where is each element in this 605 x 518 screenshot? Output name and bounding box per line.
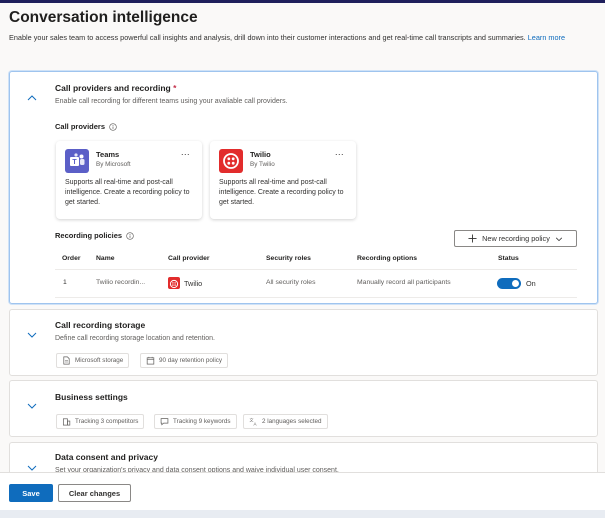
- new-recording-policy-label: New recording policy: [482, 234, 550, 243]
- provider-vendor: By Twilio: [250, 161, 275, 168]
- cell-security-roles: All security roles: [266, 279, 316, 286]
- column-header-security-roles: Security roles: [266, 255, 311, 262]
- chip-label: Tracking 3 competitors: [75, 418, 139, 425]
- provider-description: Supports all real-time and post-call int…: [219, 179, 344, 206]
- learn-more-link[interactable]: Learn more: [528, 33, 565, 42]
- chevron-down-icon[interactable]: [27, 401, 37, 411]
- chevron-down-icon: [555, 237, 562, 241]
- chevron-up-icon[interactable]: [27, 93, 37, 103]
- provider-name: Teams: [96, 150, 120, 159]
- section-description: Define call recording storage location a…: [55, 335, 215, 342]
- provider-card-twilio[interactable]: Twilio By Twilio ... Supports all real-t…: [210, 141, 356, 219]
- chevron-down-icon[interactable]: [27, 330, 37, 340]
- keywords-chip: Tracking 9 keywords: [154, 414, 237, 429]
- recording-policies-label: Recording policies: [55, 231, 134, 240]
- twilio-logo-icon: [219, 149, 243, 173]
- section-title: Call providers and recording *: [55, 83, 176, 93]
- info-icon[interactable]: [126, 231, 134, 240]
- status-label: On: [526, 279, 536, 288]
- column-header-name: Name: [96, 255, 115, 262]
- required-mark: *: [173, 83, 177, 93]
- column-header-recording-options: Recording options: [357, 255, 418, 262]
- taskbar-strip: [0, 510, 605, 518]
- provider-description: Supports all real-time and post-call int…: [65, 179, 190, 206]
- table-divider: [55, 269, 577, 270]
- call-providers-section: Call providers and recording * Enable ca…: [9, 71, 598, 304]
- chip-label: Tracking 9 keywords: [173, 418, 231, 425]
- section-title: Business settings: [55, 392, 128, 402]
- call-providers-label: Call providers: [55, 122, 117, 131]
- section-title: Data consent and privacy: [55, 452, 158, 462]
- cell-name[interactable]: Twilio recordin...: [96, 279, 145, 286]
- table-divider: [55, 297, 577, 298]
- section-title: Call recording storage: [55, 320, 146, 330]
- translate-icon: 文A: [249, 417, 257, 426]
- top-border: [0, 0, 605, 3]
- provider-vendor: By Microsoft: [96, 161, 131, 168]
- chip-label: 90 day retention policy: [159, 357, 223, 364]
- chat-icon: [160, 418, 169, 426]
- clear-changes-button[interactable]: Clear changes: [58, 484, 131, 502]
- save-button[interactable]: Save: [9, 484, 53, 502]
- calendar-icon: [146, 356, 155, 365]
- chip-label: Microsoft storage: [75, 357, 124, 364]
- more-options-icon[interactable]: ...: [335, 147, 344, 157]
- svg-text:A: A: [254, 422, 257, 426]
- languages-chip: 文A 2 languages selected: [243, 414, 328, 429]
- column-header-call-provider: Call provider: [168, 255, 210, 262]
- status-toggle[interactable]: [497, 278, 521, 289]
- provider-card-teams[interactable]: T Teams By Microsoft ... Supports all re…: [56, 141, 202, 219]
- cell-recording-options: Manually record all participants: [357, 279, 451, 286]
- storage-location-chip: Microsoft storage: [56, 353, 130, 368]
- section-description: Enable call recording for different team…: [55, 98, 288, 105]
- new-recording-policy-button[interactable]: New recording policy: [454, 230, 577, 247]
- more-options-icon[interactable]: ...: [181, 147, 190, 157]
- page-title: Conversation intelligence: [9, 9, 198, 26]
- provider-name: Twilio: [250, 150, 271, 159]
- info-icon[interactable]: [109, 122, 117, 131]
- command-footer: Save Clear changes: [0, 472, 605, 510]
- building-icon: [62, 418, 71, 426]
- document-icon: [63, 356, 70, 365]
- svg-text:T: T: [72, 159, 77, 166]
- column-header-status: Status: [498, 255, 519, 262]
- twilio-logo-icon: [168, 277, 180, 289]
- section-title-text: Call providers and recording: [55, 83, 171, 93]
- cell-provider: Twilio: [184, 279, 203, 288]
- cell-order: 1: [63, 279, 67, 286]
- call-providers-label-text: Call providers: [55, 122, 106, 131]
- competitors-chip: Tracking 3 competitors: [56, 414, 145, 429]
- page-description: Enable your sales team to access powerfu…: [9, 33, 594, 43]
- call-recording-storage-section: Call recording storage Define call recor…: [9, 309, 598, 376]
- plus-icon: [468, 234, 477, 243]
- teams-logo-icon: T: [65, 149, 89, 173]
- recording-policies-label-text: Recording policies: [55, 231, 123, 240]
- chip-label: 2 languages selected: [262, 418, 322, 425]
- business-settings-section: Business settings Tracking 3 competitors…: [9, 380, 598, 437]
- column-header-order: Order: [62, 255, 81, 262]
- page-description-text: Enable your sales team to access powerfu…: [9, 33, 526, 42]
- retention-policy-chip: 90 day retention policy: [140, 353, 229, 368]
